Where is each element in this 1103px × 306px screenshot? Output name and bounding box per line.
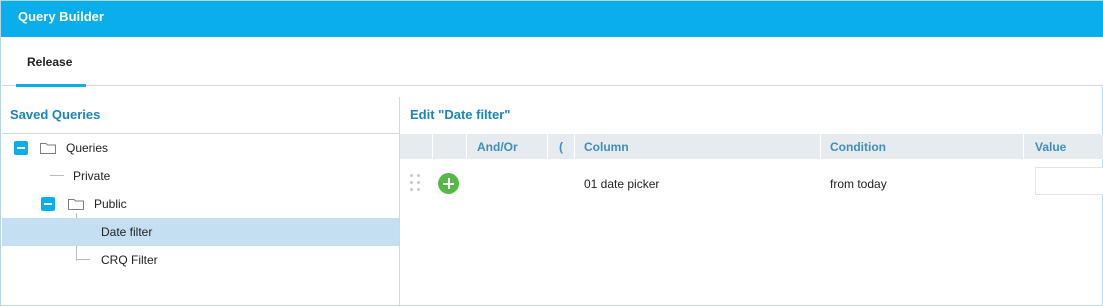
saved-queries-panel: Saved Queries Queries Private Public Dat… [2, 97, 399, 306]
tab-release-label: Release [27, 55, 73, 69]
column-header-condition[interactable]: Condition [820, 134, 1023, 159]
add-icon[interactable] [438, 173, 459, 194]
folder-icon [68, 198, 84, 210]
tree-item-label: CRQ Filter [101, 253, 158, 267]
value-input[interactable] [1035, 167, 1103, 195]
column-header-column[interactable]: Column [574, 134, 820, 159]
collapse-toggle-icon[interactable] [41, 197, 55, 211]
drag-handle-icon[interactable] [410, 174, 422, 192]
tree-item-label: Date filter [101, 225, 153, 239]
cell-column[interactable]: 01 date picker [584, 177, 659, 191]
column-header-add [432, 134, 466, 159]
column-header-label: ( [559, 140, 563, 154]
tab-release[interactable]: Release [16, 37, 86, 87]
folder-icon [40, 142, 56, 154]
tree-item-label: Private [73, 169, 111, 183]
tree-item-queries[interactable]: Queries [2, 134, 399, 162]
column-header-label: And/Or [477, 140, 518, 154]
tree-item-public[interactable]: Public [2, 190, 399, 218]
editor-title: Edit "Date filter" [410, 107, 511, 122]
column-header-value[interactable]: Value [1023, 134, 1103, 159]
active-tab-indicator [16, 84, 86, 87]
column-header-drag [400, 134, 432, 159]
tree-item-private[interactable]: Private [2, 162, 399, 190]
column-header-label: Value [1035, 140, 1067, 154]
query-builder-window: Query Builder Release Saved Queries Quer… [0, 0, 1103, 306]
column-header-and-or[interactable]: And/Or [466, 134, 547, 159]
saved-queries-title: Saved Queries [10, 107, 101, 122]
tree-item-date-filter[interactable]: Date filter [2, 218, 399, 246]
collapse-toggle-icon[interactable] [14, 141, 28, 155]
query-condition-row: 01 date picker from today [400, 159, 1103, 207]
column-header-label: Column [584, 140, 629, 154]
tree-item-label: Public [94, 197, 127, 211]
query-editor-panel: Edit "Date filter" And/Or ( Column Condi… [400, 97, 1103, 306]
title-bar: Query Builder [1, 1, 1103, 37]
cell-condition[interactable]: from today [830, 177, 887, 191]
tab-bar: Release [2, 37, 1103, 87]
column-header-label: Condition [830, 140, 886, 154]
tree-item-crq-filter[interactable]: CRQ Filter [2, 246, 399, 274]
grid-header: And/Or ( Column Condition Value [400, 134, 1103, 159]
tree-item-label: Queries [66, 141, 109, 155]
column-header-paren[interactable]: ( [547, 134, 574, 159]
window-title: Query Builder [18, 9, 104, 24]
